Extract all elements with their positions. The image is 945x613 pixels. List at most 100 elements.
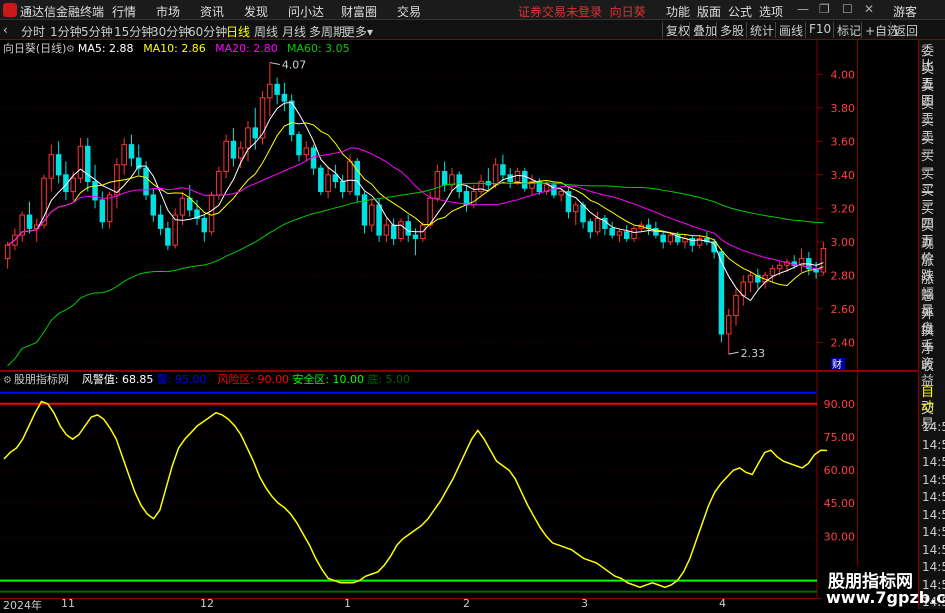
back-button[interactable]: 返回 — [890, 22, 918, 38]
candle-body — [157, 214, 164, 229]
date-axis: 2024年 11 12 1 2 3 4 — [0, 597, 918, 612]
y-tick-label: 3.20 — [831, 202, 855, 215]
period-1min[interactable]: 1分钟 — [50, 23, 82, 40]
overlay-button[interactable]: 叠加 — [689, 22, 717, 38]
candle-body — [252, 127, 259, 139]
settings-gear-icon: ⚙ — [66, 44, 75, 55]
period-5min[interactable]: 5分钟 — [81, 23, 113, 40]
candle-body — [769, 268, 776, 276]
menu-wealth[interactable]: 财富圈 — [341, 3, 377, 20]
tick-time: 14:56 — [922, 490, 945, 504]
period-more-label: 更多 — [343, 25, 368, 39]
candle-body — [303, 147, 310, 156]
f10-button[interactable]: F10 — [805, 22, 831, 38]
candle-body — [296, 134, 302, 156]
candle-body — [820, 248, 827, 273]
candle-body — [361, 194, 368, 226]
candle-body — [208, 194, 215, 233]
app-logo-icon — [3, 3, 17, 17]
candle-body — [267, 83, 273, 99]
mark-button[interactable]: 标记 — [833, 22, 861, 38]
menu-function[interactable]: 功能 — [666, 3, 690, 20]
candle-body — [733, 294, 739, 317]
settings-gear-icon: ⚙ — [3, 375, 12, 386]
indicator-legend-item: 安全区: 10.00 — [292, 372, 364, 386]
menu-options[interactable]: 选项 — [759, 3, 783, 20]
draw-line-button[interactable]: 画线 — [775, 22, 803, 38]
period-15min[interactable]: 15分钟 — [114, 23, 153, 40]
y-tick-label: 30.00 — [824, 530, 855, 543]
candle-body — [412, 234, 419, 239]
restore-icon[interactable]: ❐ — [819, 2, 830, 16]
candle-body — [325, 174, 331, 193]
candle-body — [281, 93, 288, 102]
candle-body — [48, 154, 55, 179]
candle-body — [776, 264, 783, 270]
chart-title: 向日葵(日线) — [3, 41, 66, 55]
y-tick-label: 2.60 — [831, 303, 855, 316]
multi-stock-button[interactable]: 多股 — [716, 22, 744, 38]
x-tick-label: 2024年 — [3, 599, 42, 612]
indicator-legend-item: 风险区: 90.00 — [218, 372, 290, 386]
statistics-button[interactable]: 统计 — [746, 22, 774, 38]
period-60min[interactable]: 60分钟 — [188, 23, 227, 40]
candle-body — [398, 221, 404, 239]
candle-body — [128, 144, 135, 159]
candle-body — [580, 204, 586, 223]
candle-body — [150, 194, 157, 216]
candle-body — [143, 167, 149, 196]
x-tick-label: 2 — [463, 597, 470, 610]
menu-quotes[interactable]: 行情 — [112, 3, 136, 20]
tick-time: 14:56 — [922, 525, 945, 539]
tick-time: 14:56 — [922, 542, 945, 557]
tick-time: 14:56 — [922, 472, 945, 487]
candle-body — [558, 191, 564, 196]
finance-badge-text: 财 — [832, 358, 842, 370]
tick-time: 14:56 — [922, 560, 945, 574]
menu-news[interactable]: 资讯 — [200, 3, 224, 20]
candle-body — [288, 100, 295, 136]
indicator-chart[interactable]: 90.00 75.00 60.00 45.00 30.00 ⚙ 股朋指标网 风警值: 68.8… — [0, 372, 858, 598]
period-tick[interactable]: 分时 — [21, 23, 45, 40]
candle-body — [747, 274, 754, 283]
menu-layout[interactable]: 版面 — [697, 3, 721, 20]
candle-body — [500, 164, 506, 176]
menu-market[interactable]: 市场 — [156, 3, 180, 20]
candle-body — [245, 127, 251, 149]
ma-legend-ma60: MA60: 3.05 — [287, 42, 350, 55]
restore-rights-button[interactable]: 复权 — [662, 22, 690, 38]
period-more[interactable]: 更多▾ — [343, 23, 373, 40]
candle-body — [318, 167, 324, 193]
candle-body — [26, 214, 33, 229]
period-monthly[interactable]: 月线 — [282, 23, 306, 40]
login-warning[interactable]: 证券交易未登录 向日葵 — [518, 3, 646, 20]
candle-body — [689, 237, 696, 246]
warning-stock-name: 向日葵 — [609, 5, 646, 19]
period-30min[interactable]: 30分钟 — [151, 23, 190, 40]
ma-line-5 — [7, 101, 824, 302]
menu-trade[interactable]: 交易 — [397, 3, 421, 20]
price-chart[interactable]: 4.00 3.80 3.60 3.40 3.20 3.00 2.80 2.60 2.40 4.07… — [0, 40, 858, 370]
y-tick-label: 3.00 — [831, 236, 855, 249]
x-tick-label: 4 — [719, 597, 726, 610]
candle-body — [223, 140, 229, 172]
period-daily[interactable]: 日线 — [226, 23, 250, 40]
x-tick-label: 1 — [344, 597, 351, 610]
y-tick-label: 3.60 — [831, 135, 855, 148]
candle-body — [369, 204, 375, 226]
x-tick-label: 3 — [581, 597, 588, 610]
low-price-label: 2.33 — [741, 347, 765, 360]
candle-body — [514, 170, 521, 183]
minimize-icon[interactable]: — — [797, 2, 809, 16]
guest-user[interactable]: 游客 — [893, 3, 917, 20]
tick-time: 14:56 — [922, 420, 945, 434]
candle-body — [106, 194, 113, 223]
menu-assistant[interactable]: 问小达 — [288, 3, 324, 20]
menu-discover[interactable]: 发现 — [244, 3, 268, 20]
menu-formula[interactable]: 公式 — [728, 3, 752, 20]
close-icon[interactable]: ✕ — [864, 2, 874, 16]
chevron-left-icon[interactable]: ‹ — [3, 23, 8, 37]
period-multi[interactable]: 多周期 — [309, 23, 345, 40]
maximize-icon[interactable]: ☐ — [842, 2, 853, 16]
period-weekly[interactable]: 周线 — [254, 23, 278, 40]
